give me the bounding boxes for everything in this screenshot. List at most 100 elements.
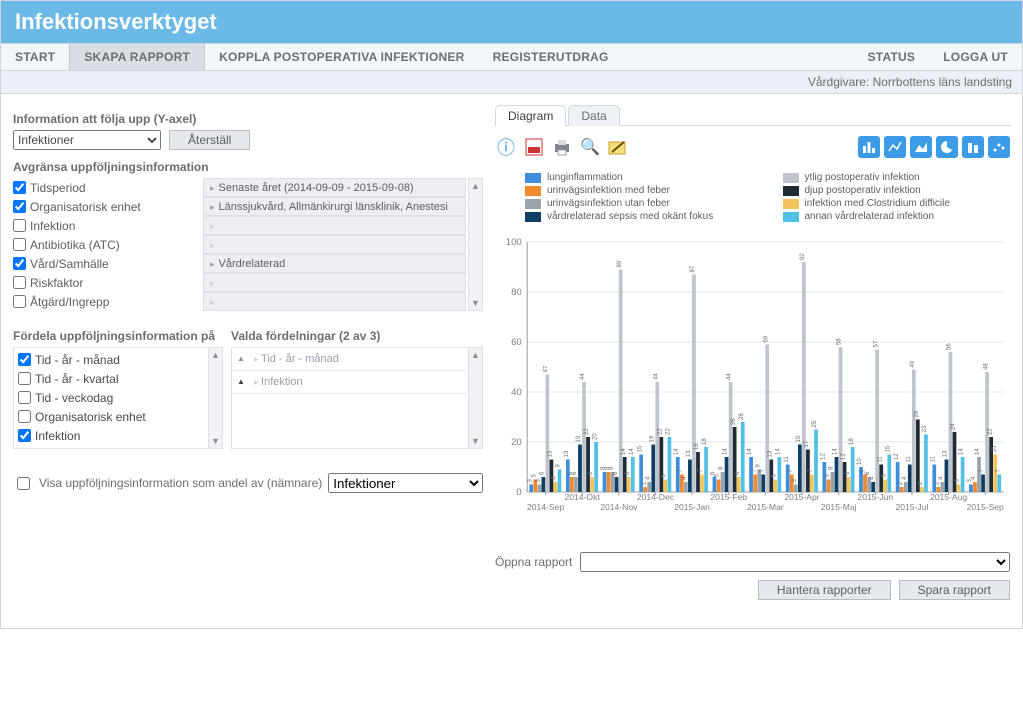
svg-text:18: 18 — [701, 438, 708, 445]
distribute-checkbox-2[interactable] — [18, 391, 31, 404]
svg-text:4: 4 — [550, 476, 557, 480]
svg-text:56: 56 — [945, 343, 952, 350]
svg-text:15: 15 — [636, 445, 643, 452]
menu-item-start[interactable]: START — [1, 44, 69, 70]
distribute-checkbox-4[interactable] — [18, 429, 31, 442]
distribute-checkbox-0[interactable] — [18, 353, 31, 366]
svg-text:11: 11 — [876, 456, 883, 463]
save-report-button[interactable]: Spara rapport — [899, 580, 1010, 600]
svg-text:24: 24 — [949, 423, 956, 430]
tab-data[interactable]: Data — [568, 105, 619, 126]
tab-diagram[interactable]: Diagram — [495, 105, 566, 126]
edit-icon[interactable] — [607, 136, 629, 158]
legend-entry: annan vårdrelaterad infektion — [783, 211, 1011, 222]
filters-scrollbar[interactable]: ▲▼ — [468, 178, 483, 311]
svg-text:2015-Jul: 2015-Jul — [896, 502, 929, 512]
filter-label: Infektion — [30, 219, 75, 233]
legend-entry: lunginflammation — [525, 172, 753, 183]
selected-scrollbar[interactable]: ▲▼ — [468, 348, 482, 448]
svg-text:29: 29 — [913, 410, 920, 417]
chart-dots-icon[interactable] — [988, 136, 1010, 158]
svg-text:80: 80 — [511, 287, 522, 297]
legend-entry: djup postoperativ infektion — [783, 185, 1011, 196]
limit-heading: Avgränsa uppföljningsinformation — [13, 160, 483, 174]
follow-up-select[interactable]: Infektioner — [13, 130, 161, 150]
filter-checkbox-4[interactable] — [13, 257, 26, 270]
chart-area-icon[interactable] — [910, 136, 932, 158]
svg-text:12: 12 — [819, 453, 826, 460]
selected-item-1[interactable]: ▲Infektion — [232, 371, 467, 394]
chart-stacked-icon[interactable] — [962, 136, 984, 158]
filter-value-1[interactable]: Länssjukvård, Allmänkirurgi länsklinik, … — [203, 197, 466, 216]
svg-text:13: 13 — [546, 450, 553, 457]
main-menu: STARTSKAPA RAPPORTKOPPLA POSTOPERATIVA I… — [1, 43, 1022, 71]
info-icon[interactable]: ⓘ — [495, 136, 517, 158]
svg-text:2: 2 — [917, 481, 924, 485]
svg-text:12: 12 — [840, 453, 847, 460]
filter-checkbox-0[interactable] — [13, 181, 26, 194]
svg-text:2015-Maj: 2015-Maj — [821, 502, 857, 512]
svg-text:23: 23 — [921, 425, 928, 432]
distribute-heading: Fördela uppföljningsinformation på — [13, 329, 223, 343]
chart-bar-icon[interactable] — [858, 136, 880, 158]
share-select[interactable]: Infektioner — [328, 473, 483, 493]
share-checkbox[interactable] — [17, 477, 30, 490]
distribute-scrollbar[interactable]: ▲▼ — [208, 348, 222, 448]
filter-checkbox-6[interactable] — [13, 295, 26, 308]
open-report-select[interactable] — [580, 552, 1010, 572]
svg-text:44: 44 — [652, 373, 659, 380]
svg-text:11: 11 — [783, 456, 790, 463]
svg-text:11: 11 — [929, 456, 936, 463]
menu-item-registerutdrag[interactable]: REGISTERUTDRAG — [479, 44, 623, 70]
filter-value-3[interactable] — [203, 235, 466, 254]
print-icon[interactable] — [551, 136, 573, 158]
svg-text:44: 44 — [726, 373, 733, 380]
menu-item-koppla-postoperativa-infektioner[interactable]: KOPPLA POSTOPERATIVA INFEKTIONER — [205, 44, 478, 70]
filter-checkbox-2[interactable] — [13, 219, 26, 232]
svg-text:44: 44 — [579, 373, 586, 380]
svg-text:3: 3 — [526, 479, 533, 483]
chart-line-icon[interactable] — [884, 136, 906, 158]
distribute-checkbox-1[interactable] — [18, 372, 31, 385]
svg-text:5: 5 — [823, 474, 830, 478]
filter-value-6[interactable] — [203, 292, 466, 311]
filter-checkbox-1[interactable] — [13, 200, 26, 213]
menu-item-logga-ut[interactable]: LOGGA UT — [929, 44, 1022, 70]
svg-text:7: 7 — [750, 469, 757, 473]
filter-value-0[interactable]: Senaste året (2014-09-09 - 2015-09-08) — [203, 178, 466, 197]
pdf-icon[interactable] — [523, 136, 545, 158]
filter-label: Organisatorisk enhet — [30, 200, 141, 214]
svg-text:19: 19 — [575, 435, 582, 442]
svg-text:13: 13 — [563, 450, 570, 457]
svg-text:17: 17 — [803, 440, 810, 447]
svg-text:100: 100 — [506, 237, 522, 247]
svg-text:15: 15 — [884, 445, 891, 452]
svg-text:25: 25 — [811, 420, 818, 427]
filter-checkbox-5[interactable] — [13, 276, 26, 289]
svg-text:40: 40 — [511, 387, 522, 397]
reset-button[interactable]: Återställ — [169, 130, 250, 150]
svg-text:7: 7 — [677, 469, 684, 473]
svg-text:58: 58 — [836, 338, 843, 345]
distribute-label: Tid - år - kvartal — [35, 372, 119, 386]
chart-pie-icon[interactable] — [936, 136, 958, 158]
svg-text:13: 13 — [685, 450, 692, 457]
distribute-checkbox-3[interactable] — [18, 410, 31, 423]
svg-text:6: 6 — [844, 471, 851, 475]
menu-item-skapa-rapport[interactable]: SKAPA RAPPORT — [69, 44, 205, 70]
svg-text:6: 6 — [538, 471, 545, 475]
zoom-icon[interactable]: 🔍 — [579, 136, 601, 158]
svg-text:5: 5 — [770, 474, 777, 478]
filter-value-2[interactable] — [203, 216, 466, 235]
svg-text:2015-Sep: 2015-Sep — [967, 502, 1005, 512]
selected-item-0[interactable]: ▲Tid - år - månad — [232, 348, 467, 371]
legend-entry: ytlig postoperativ infektion — [783, 172, 1011, 183]
legend-entry: infektion med Clostridium difficile — [783, 198, 1011, 209]
filter-value-4[interactable]: Vårdrelaterad — [203, 254, 466, 273]
svg-text:7: 7 — [978, 469, 985, 473]
filter-checkbox-3[interactable] — [13, 238, 26, 251]
filter-value-5[interactable] — [203, 273, 466, 292]
svg-text:20: 20 — [591, 433, 598, 440]
manage-reports-button[interactable]: Hantera rapporter — [758, 580, 891, 600]
menu-item-status[interactable]: STATUS — [854, 44, 930, 70]
